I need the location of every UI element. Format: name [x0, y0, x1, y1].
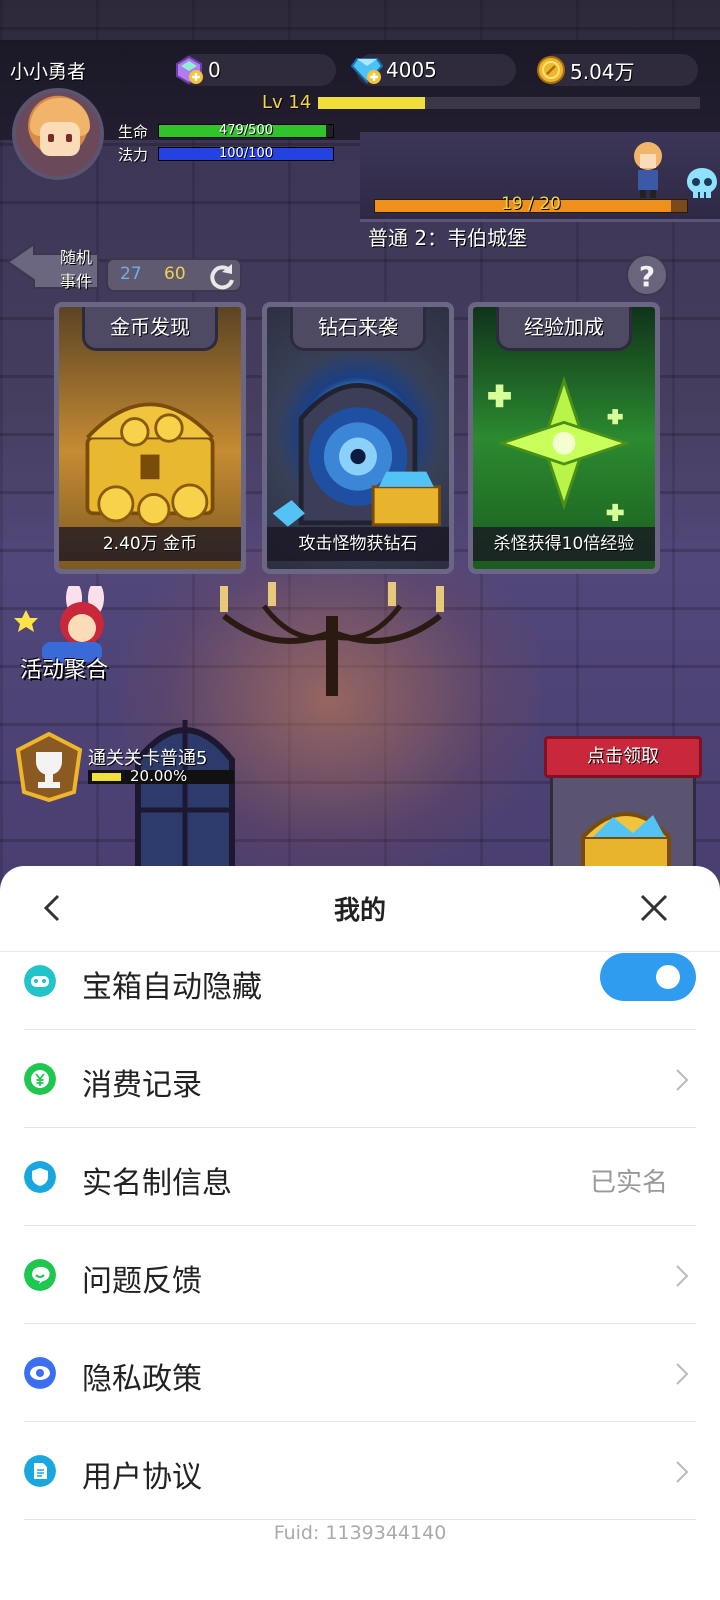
claim-ribbon: 点击领取 — [544, 736, 702, 778]
candelabra-decoration — [220, 582, 444, 696]
player-avatar[interactable] — [12, 88, 104, 180]
diamond-counter[interactable]: 4005 — [351, 54, 516, 86]
card-caption: 攻击怪物获钻石 — [267, 527, 449, 561]
row-label: 问题反馈 — [82, 1264, 202, 1299]
boss-skull-icon[interactable] — [684, 166, 720, 202]
row-label: 宝箱自动隐藏 — [82, 970, 262, 1005]
hero-sprite — [628, 138, 668, 198]
random-event[interactable]: 随机 事件 27 60 — [6, 242, 242, 300]
xp-fill — [318, 97, 425, 109]
card-title: 钻石来袭 — [290, 307, 426, 351]
random-event-counter: 27 60 — [106, 258, 242, 292]
row-user-agreement[interactable]: 用户协议 — [24, 1422, 696, 1520]
activity-hub-button[interactable]: 活动聚合 — [14, 582, 124, 696]
game-screen: 小小勇者 0 4005 5.04万 Lv 14 生命 479/500 法力 10… — [0, 0, 720, 900]
chevron-right-icon — [676, 1461, 689, 1483]
portal-icon — [272, 383, 441, 527]
treasure-chest-icon — [85, 402, 215, 527]
document-icon — [24, 1455, 56, 1487]
player-nickname: 小小勇者 — [10, 61, 87, 83]
row-privacy-policy[interactable]: 隐私政策 — [24, 1324, 696, 1422]
crystal-counter[interactable]: 0 — [176, 54, 336, 86]
card-diamond-raid[interactable]: 钻石来袭 攻击怪物获钻石 — [262, 302, 454, 574]
chat-icon — [24, 1259, 56, 1291]
hp-label: 生命 — [118, 123, 149, 141]
xp-bar — [318, 97, 700, 109]
chevron-right-icon — [676, 1265, 689, 1287]
chevron-right-icon — [676, 1363, 689, 1385]
quest-progress-text: 20.00% — [130, 767, 188, 785]
row-label: 隐私政策 — [82, 1362, 202, 1397]
sheet-title: 我的 — [333, 896, 386, 926]
card-title: 金币发现 — [82, 307, 218, 351]
help-icon[interactable]: ? — [626, 254, 668, 296]
hp-bar: 479/500 — [158, 123, 334, 138]
crystal-value: 0 — [208, 58, 221, 82]
quest-progress-fill — [92, 773, 122, 781]
card-caption: 2.40万 金币 — [59, 527, 241, 561]
mp-label: 法力 — [118, 146, 149, 164]
stage-name: 普通 2：韦伯城堡 — [368, 226, 528, 250]
hp-text: 479/500 — [218, 123, 273, 138]
my-panel-sheet: 我的 宝箱自动隐藏 消费记录 实名制信息 已实名 问题反馈 隐私政策 用户协议 … — [0, 866, 720, 1600]
activity-hub-label: 活动聚合 — [20, 658, 109, 683]
chest-auto-hide-toggle[interactable] — [600, 953, 696, 1001]
yen-icon — [24, 1063, 56, 1095]
real-name-status: 已实名 — [589, 1168, 668, 1198]
diamond-plus-icon[interactable] — [350, 53, 384, 87]
chevron-right-icon — [676, 1069, 689, 1091]
stage-progress-bar: 19 / 20 — [374, 194, 688, 214]
card-gold-discovery[interactable]: 金币发现 2.40万 金币 — [54, 302, 246, 574]
card-title: 经验加成 — [496, 307, 632, 351]
exp-crystal-icon — [488, 376, 632, 521]
random-event-count-a: 27 — [120, 264, 142, 284]
gold-coin-icon — [534, 53, 568, 87]
random-event-count-b: 60 — [164, 264, 186, 284]
mp-bar: 100/100 — [158, 146, 334, 161]
gold-counter[interactable]: 5.04万 — [537, 54, 698, 86]
player-level: Lv 14 — [262, 92, 312, 113]
crystal-plus-icon[interactable] — [172, 53, 206, 87]
close-icon[interactable] — [636, 890, 672, 926]
card-caption: 杀怪获得10倍经验 — [473, 527, 655, 561]
random-event-label: 随机 事件 — [60, 248, 93, 291]
trophy-icon[interactable] — [14, 731, 84, 803]
card-exp-bonus[interactable]: 经验加成 杀怪获得10倍经验 — [468, 302, 660, 574]
mp-text: 100/100 — [218, 146, 273, 161]
row-chest-auto-hide[interactable]: 宝箱自动隐藏 — [24, 932, 696, 1030]
diamond-value: 4005 — [386, 58, 437, 82]
row-real-name-info[interactable]: 实名制信息 已实名 — [24, 1128, 696, 1226]
gamepad-icon — [24, 965, 56, 997]
row-label: 消费记录 — [82, 1068, 202, 1103]
eye-icon — [24, 1357, 56, 1389]
row-purchase-history[interactable]: 消费记录 — [24, 1030, 696, 1128]
row-feedback[interactable]: 问题反馈 — [24, 1226, 696, 1324]
refresh-icon[interactable] — [208, 262, 236, 290]
shield-icon — [24, 1161, 56, 1193]
row-label: 用户协议 — [82, 1460, 202, 1495]
row-label: 实名制信息 — [82, 1166, 232, 1201]
fuid-text: Fuid: 1139344140 — [273, 1522, 447, 1544]
toggle-knob — [656, 965, 680, 989]
gold-value: 5.04万 — [570, 59, 635, 84]
quest-progress-bar: 20.00% — [88, 767, 234, 785]
